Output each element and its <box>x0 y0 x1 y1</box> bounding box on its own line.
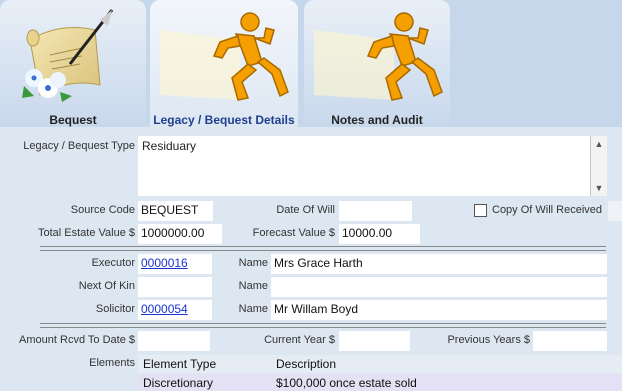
running-man-icon <box>314 12 443 101</box>
running-man-icon <box>160 12 289 101</box>
solicitor-label: Solicitor <box>95 303 135 315</box>
source-code-field[interactable]: BEQUEST <box>138 201 213 221</box>
next-of-kin-label: Next Of Kin <box>78 280 135 292</box>
type-textarea[interactable]: Residuary ▲ ▼ <box>138 136 607 196</box>
executor-name-label: Name <box>238 257 268 269</box>
tab-notes-audit[interactable]: Notes and Audit <box>304 0 450 127</box>
table-row[interactable]: Discretionary $100,000 once estate sold <box>138 374 622 391</box>
scroll-quill-icon <box>22 9 114 102</box>
executor-field[interactable]: 0000016 <box>138 254 212 274</box>
tab-legacy-details[interactable]: Legacy / Bequest Details <box>150 0 298 127</box>
amount-rcvd-label: Amount Rcvd To Date $ <box>19 334 135 346</box>
details-panel: Legacy / Bequest Type Residuary ▲ ▼ Sour… <box>0 127 622 391</box>
amount-rcvd-field[interactable] <box>138 331 210 351</box>
total-estate-field[interactable]: 1000000.00 <box>138 224 222 244</box>
scroll-up-icon[interactable]: ▲ <box>591 136 607 152</box>
next-of-kin-name-field[interactable] <box>271 277 607 297</box>
copy-of-will-checkbox[interactable] <box>474 204 487 217</box>
tab-bequest[interactable]: Bequest <box>0 0 146 127</box>
date-of-will-label: Date Of Will <box>276 204 335 216</box>
separator <box>40 246 606 251</box>
textarea-scrollbar[interactable]: ▲ ▼ <box>590 136 607 196</box>
solicitor-field[interactable]: 0000054 <box>138 300 212 320</box>
solicitor-name-field[interactable]: Mr Willam Boyd <box>271 300 607 320</box>
next-of-kin-field[interactable] <box>138 277 212 297</box>
total-estate-label: Total Estate Value $ <box>37 227 135 239</box>
solicitor-link[interactable]: 0000054 <box>141 302 188 316</box>
tab-bar: Bequest Legacy / Bequest Details Notes a… <box>0 0 622 127</box>
type-label: Legacy / Bequest Type <box>23 140 135 152</box>
previous-years-field[interactable] <box>533 331 607 351</box>
solicitor-name-label: Name <box>238 303 268 315</box>
forecast-label: Forecast Value $ <box>252 227 335 239</box>
date-of-will-field[interactable] <box>339 201 412 221</box>
tab-label: Bequest <box>49 113 97 127</box>
copy-of-will-label: Copy Of Will Received <box>492 204 603 216</box>
executor-name-field[interactable]: Mrs Grace Harth <box>271 254 607 274</box>
next-of-kin-name-label: Name <box>238 280 268 292</box>
current-year-field[interactable] <box>339 331 410 351</box>
scroll-down-icon[interactable]: ▼ <box>591 180 607 196</box>
executor-link[interactable]: 0000016 <box>141 256 188 270</box>
separator <box>40 323 606 328</box>
tab-label: Legacy / Bequest Details <box>153 113 295 127</box>
tab-label: Notes and Audit <box>331 113 423 127</box>
copy-of-will-field <box>608 201 622 221</box>
element-type-cell: Discretionary <box>143 376 214 390</box>
executor-label: Executor <box>91 257 135 269</box>
current-year-label: Current Year $ <box>264 334 335 346</box>
elements-grid-header: Element Type Description <box>138 355 622 373</box>
forecast-field[interactable]: 10000.00 <box>339 224 420 244</box>
description-cell: $100,000 once estate sold <box>276 376 417 390</box>
elements-label: Elements <box>89 357 135 369</box>
column-header-element-type[interactable]: Element Type <box>143 357 216 371</box>
source-code-label: Source Code <box>70 204 135 216</box>
previous-years-label: Previous Years $ <box>447 334 530 346</box>
type-value: Residuary <box>142 139 197 153</box>
column-header-description[interactable]: Description <box>276 357 336 371</box>
